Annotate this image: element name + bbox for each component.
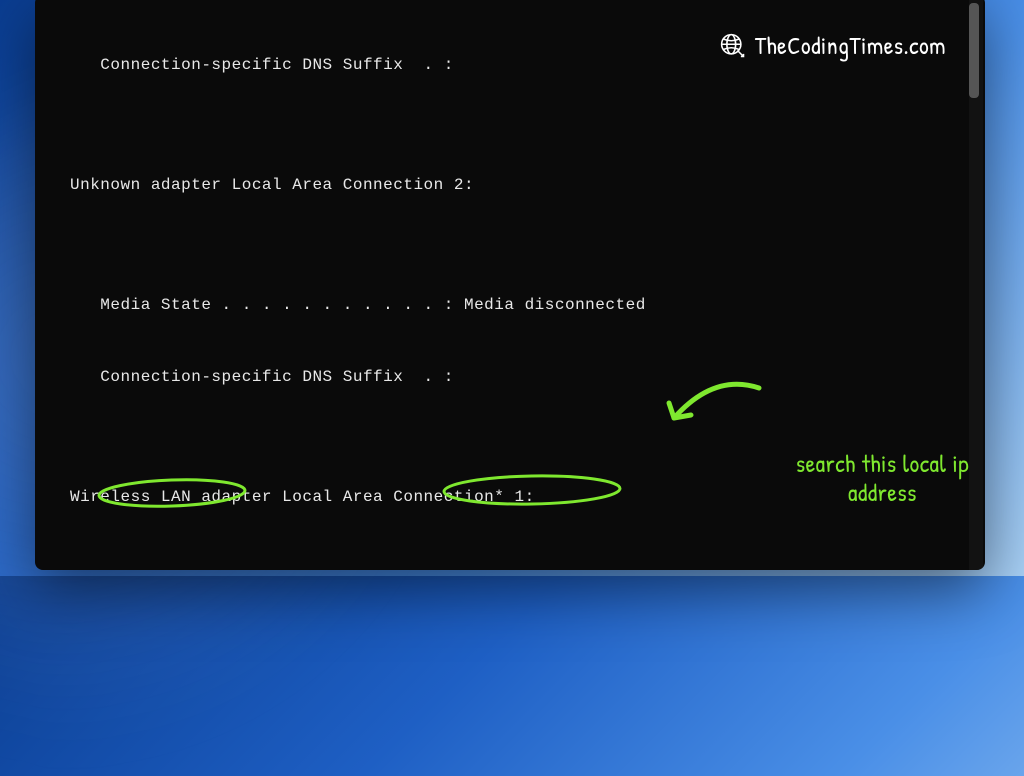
annotation-line: address xyxy=(796,479,969,508)
scrollbar-track[interactable] xyxy=(969,0,983,570)
output-line: Connection-specific DNS Suffix . : xyxy=(70,365,965,389)
watermark: TheCodingTimes.com xyxy=(719,30,946,62)
scrollbar-thumb[interactable] xyxy=(969,3,979,98)
annotation-line: search this local ip xyxy=(796,450,969,479)
annotation-text: search this local ip address xyxy=(796,450,969,508)
annotation-arrow-icon xyxy=(659,378,769,438)
highlight-circle-ip xyxy=(437,472,627,508)
output-line: Media State . . . . . . . . . . . : Medi… xyxy=(70,293,965,317)
watermark-text: TheCodingTimes.com xyxy=(755,30,946,62)
output-line: Unknown adapter Local Area Connection 2: xyxy=(70,173,965,197)
globe-icon xyxy=(719,32,747,60)
highlight-circle-label xyxy=(95,476,250,509)
